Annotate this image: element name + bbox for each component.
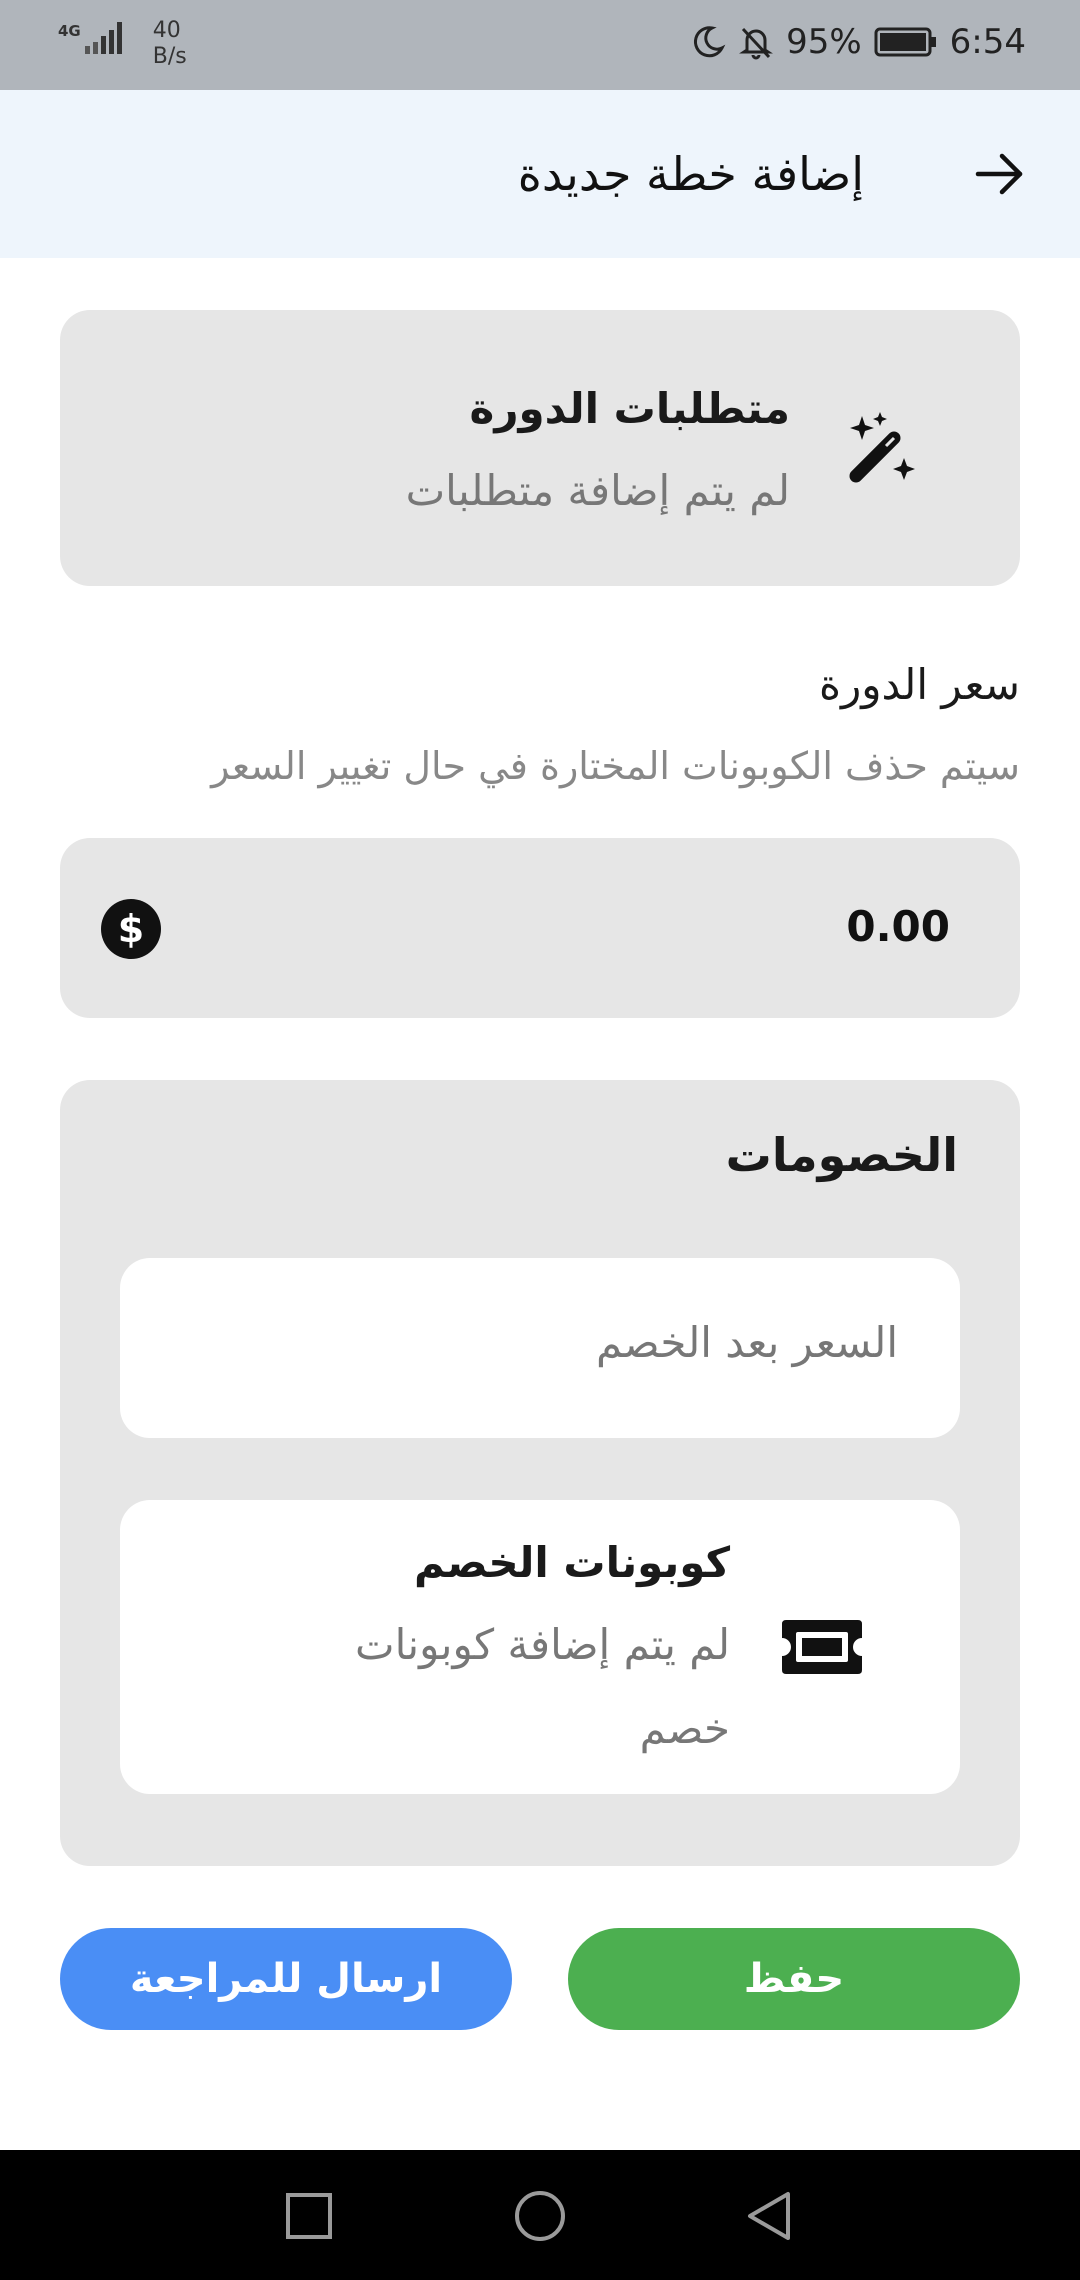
price-label: سعر الدورة (818, 660, 1020, 709)
submit-for-review-button[interactable]: ارسال للمراجعة (60, 1928, 512, 2030)
discounts-card: الخصومات السعر بعد الخصم كوبونات الخصم ل… (60, 1080, 1020, 1866)
battery-percent: 95% (786, 22, 862, 62)
dollar-icon: $ (101, 899, 161, 959)
app-bar: إضافة خطة جديدة (0, 90, 1080, 258)
square-icon[interactable] (285, 2192, 333, 2240)
discounted-price-placeholder: السعر بعد الخصم (595, 1318, 898, 1367)
price-input[interactable]: $ 0.00 (60, 838, 1020, 1018)
coupons-card[interactable]: كوبونات الخصم لم يتم إضافة كوبونات خصم (120, 1500, 960, 1794)
svg-text:$: $ (118, 907, 144, 951)
circle-icon[interactable] (514, 2190, 566, 2242)
system-nav-bar (0, 2150, 1080, 2280)
discounted-price-input[interactable]: السعر بعد الخصم (120, 1258, 960, 1438)
bell-off-icon (739, 27, 774, 60)
arrow-right-icon[interactable] (972, 146, 1028, 202)
price-value: 0.00 (846, 902, 950, 951)
network-speed: 40 B/s (152, 18, 187, 69)
triangle-back-icon[interactable] (744, 2190, 794, 2242)
coupons-title: كوبونات الخصم (414, 1538, 730, 1587)
status-right: 95% 6:54 (678, 22, 1026, 62)
coupons-subtitle-line1: لم يتم إضافة كوبونات (355, 1620, 730, 1669)
network-type: 4G (58, 22, 81, 40)
discounts-title: الخصومات (725, 1128, 958, 1182)
requirements-card[interactable]: متطلبات الدورة لم يتم إضافة متطلبات (60, 310, 1020, 586)
status-bar: 4G 40 B/s 95% 6:54 (0, 0, 1080, 90)
page-title: إضافة خطة جديدة (517, 147, 864, 201)
status-left: 4G 40 B/s (58, 18, 187, 70)
battery-icon (874, 27, 936, 57)
moon-icon (694, 26, 726, 58)
coupons-subtitle-line2: خصم (639, 1704, 730, 1753)
magic-wand-icon (849, 412, 915, 483)
signal-icon (84, 22, 122, 54)
price-note: سيتم حذف الكوبونات المختارة في حال تغيير… (211, 744, 1020, 788)
clock: 6:54 (949, 22, 1026, 62)
save-button[interactable]: حفظ (568, 1928, 1020, 2030)
requirements-title: متطلبات الدورة (469, 384, 790, 433)
requirements-subtitle: لم يتم إضافة متطلبات (405, 466, 790, 515)
ticket-icon (782, 1620, 862, 1674)
